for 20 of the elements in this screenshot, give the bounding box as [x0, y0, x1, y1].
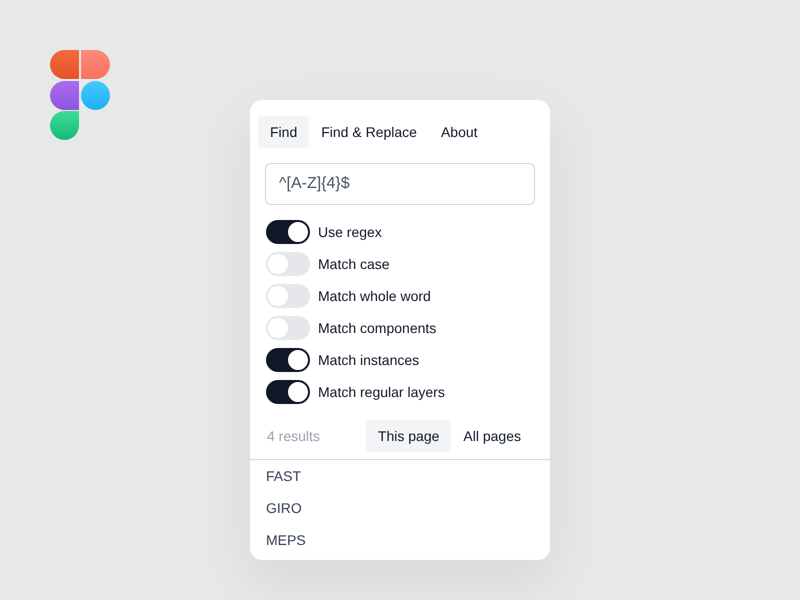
toggle-switch[interactable] [266, 348, 310, 372]
scope-tab[interactable]: This page [366, 420, 452, 452]
logo-icon [50, 50, 110, 140]
toggle-switch[interactable] [266, 252, 310, 276]
result-item[interactable]: GIRO [266, 492, 534, 524]
option-label: Match instances [318, 351, 420, 370]
option-label: Match components [318, 319, 436, 338]
option-label: Match whole word [318, 287, 431, 306]
option-label: Use regex [318, 223, 382, 242]
toggle-switch[interactable] [266, 380, 310, 404]
toggle-switch[interactable] [266, 220, 310, 244]
option-label: Match case [318, 255, 390, 274]
tab[interactable]: Find [258, 116, 310, 148]
result-item[interactable]: MEPS [266, 524, 534, 556]
toggle-switch[interactable] [266, 284, 310, 308]
toggle-switch[interactable] [266, 316, 310, 340]
search-field[interactable]: ^[A-Z]{4}$ [265, 163, 535, 205]
option-label: Match regular layers [318, 383, 445, 402]
results-count: 4 results [267, 427, 320, 446]
result-item[interactable]: FAST [266, 460, 534, 492]
